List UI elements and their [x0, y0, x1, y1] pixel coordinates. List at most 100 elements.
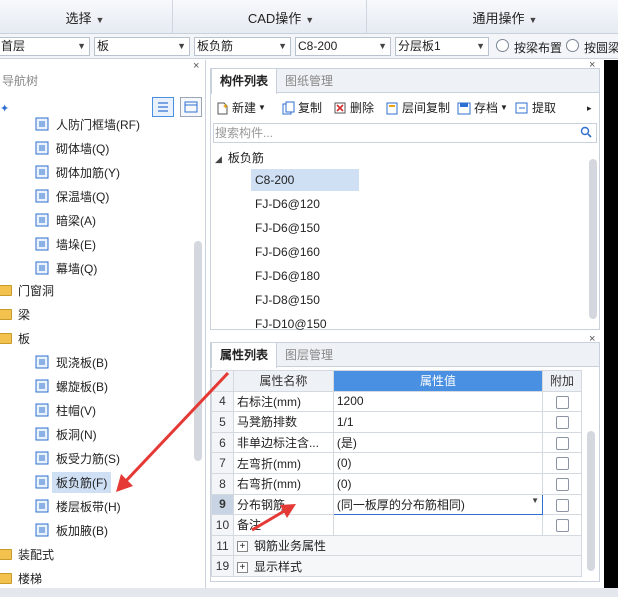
- place-by-circle-beam-radio[interactable]: [566, 39, 579, 52]
- sidebar-item[interactable]: 现浇板(B): [34, 351, 108, 373]
- extract-button[interactable]: 提取: [515, 99, 556, 117]
- sidebar-item[interactable]: 板加腋(B): [34, 519, 108, 541]
- copy-icon: [281, 101, 295, 115]
- extra-checkbox[interactable]: [555, 395, 569, 409]
- extra-checkbox[interactable]: [555, 416, 569, 430]
- sidebar-item[interactable]: 砌体墙(Q): [34, 137, 109, 159]
- sidebar-item[interactable]: 暗梁(A): [34, 209, 96, 231]
- drawing-canvas[interactable]: [604, 60, 618, 597]
- tree-root[interactable]: ◢ 板负筋: [215, 147, 264, 169]
- property-value[interactable]: (0): [332, 452, 544, 474]
- sidebar-item[interactable]: 门窗洞: [0, 279, 54, 301]
- delete-button[interactable]: 删除: [333, 99, 374, 117]
- property-value[interactable]: 1/1: [332, 411, 544, 433]
- component-type-select[interactable]: 板负筋 ▼: [194, 37, 291, 56]
- archive-button[interactable]: 存档 ▼: [457, 99, 508, 117]
- sidebar-item[interactable]: 装配式: [0, 543, 54, 565]
- component-list-item[interactable]: FJ-D8@150: [255, 289, 320, 311]
- sidebar-item[interactable]: 砌体加筋(Y): [34, 161, 120, 183]
- property-row[interactable]: 11 + 钢筋业务属性: [211, 534, 583, 557]
- property-row[interactable]: 5 马凳筋排数 1/1: [211, 411, 582, 433]
- component-list-item[interactable]: FJ-D10@150: [255, 313, 327, 335]
- sidebar-item[interactable]: 保温墙(Q): [34, 185, 109, 207]
- expand-icon[interactable]: +: [236, 541, 248, 553]
- property-value-text: (是): [336, 436, 357, 451]
- property-value[interactable]: (0): [332, 472, 544, 495]
- sidebar-item[interactable]: 梁: [0, 303, 30, 325]
- property-row[interactable]: 8 右弯折(mm) (0): [211, 472, 582, 495]
- select-menu[interactable]: 选择 ▼: [60, 8, 110, 27]
- sidebar-item-label: 柱帽(V): [56, 403, 96, 418]
- common-operations-menu[interactable]: 通用操作 ▼: [470, 8, 540, 27]
- sidebar-item-label: 板: [18, 331, 31, 346]
- property-value[interactable]: (同一板厚的分布筋相同) ▼: [332, 493, 544, 516]
- close-icon[interactable]: ×: [193, 60, 199, 72]
- extra-checkbox[interactable]: [555, 477, 569, 491]
- floor-select[interactable]: 首层 ▼: [0, 37, 90, 56]
- layer-select[interactable]: 分层板1 ▼: [395, 37, 489, 56]
- property-row[interactable]: 7 左弯折(mm) (0): [211, 452, 582, 474]
- tab-drawing-management[interactable]: 图纸管理: [277, 69, 341, 93]
- component-scrollbar[interactable]: [589, 159, 597, 319]
- category-select[interactable]: 板 ▼: [94, 37, 190, 56]
- property-row[interactable]: 10 备注: [211, 514, 582, 536]
- add-icon[interactable]: ✦: [0, 102, 14, 115]
- row-number: 19: [211, 555, 234, 577]
- folder-icon: [0, 284, 12, 296]
- close-icon[interactable]: ×: [589, 333, 595, 345]
- property-value[interactable]: (是): [332, 431, 544, 454]
- cad-operations-menu[interactable]: CAD操作 ▼: [236, 8, 326, 27]
- spec-select[interactable]: C8-200 ▼: [295, 37, 391, 56]
- new-button[interactable]: ✦ 新建 ▼: [215, 99, 266, 117]
- sidebar-item[interactable]: 楼梯: [0, 567, 42, 589]
- component-search-input[interactable]: 搜索构件...: [213, 123, 597, 143]
- component-list-item[interactable]: FJ-D6@180: [255, 265, 320, 287]
- property-row[interactable]: 4 右标注(mm) 1200: [211, 390, 582, 413]
- blast-door-wall-icon: [34, 116, 50, 132]
- sidebar-item[interactable]: 板: [0, 327, 30, 349]
- sidebar-item[interactable]: 板负筋(F): [34, 471, 112, 493]
- row-number: 8: [211, 472, 234, 495]
- more-arrow-icon[interactable]: ▸: [587, 99, 592, 117]
- extra-checkbox[interactable]: [555, 519, 569, 533]
- extra-checkbox[interactable]: [555, 457, 569, 471]
- copy-button[interactable]: 复制: [281, 99, 322, 117]
- sidebar-item[interactable]: 板受力筋(S): [34, 447, 120, 469]
- component-list-item[interactable]: FJ-D6@120: [255, 193, 320, 215]
- property-group[interactable]: + 钢筋业务属性: [232, 534, 583, 557]
- list-view-icon[interactable]: [152, 97, 174, 117]
- extra-checkbox[interactable]: [555, 498, 569, 512]
- close-icon[interactable]: ×: [589, 59, 595, 71]
- tab-property-list[interactable]: 属性列表: [211, 343, 278, 368]
- sidebar-item[interactable]: 楼层板带(H): [34, 495, 121, 517]
- property-row[interactable]: 6 非单边标注含... (是): [211, 431, 582, 454]
- property-table: 属性名称 属性值 附加 4 右标注(mm) 1200 5 马凳筋排数 1/1 6 非单边标注含…: [211, 370, 583, 577]
- sidebar-item[interactable]: 板洞(N): [34, 423, 97, 445]
- panel-view-icon[interactable]: [180, 97, 202, 117]
- chevron-down-icon[interactable]: ▼: [531, 496, 539, 505]
- folder-icon: [0, 308, 12, 320]
- sidebar-item[interactable]: 幕墙(Q): [34, 257, 97, 279]
- property-scrollbar[interactable]: [587, 431, 595, 571]
- property-row[interactable]: 19 + 显示样式: [211, 555, 583, 577]
- component-list-item[interactable]: FJ-D6@150: [255, 217, 320, 239]
- copy-across-floors-button[interactable]: 层间复制: [385, 99, 450, 117]
- sidebar-item[interactable]: 人防门框墙(RF): [34, 113, 140, 135]
- sidebar-item-label: 板负筋(F): [52, 471, 112, 493]
- place-by-beam-radio[interactable]: [496, 39, 509, 52]
- properties-panel: 属性列表 图层管理 × 属性名称 属性值 附加 4 右标注(mm) 1200 5 马凳筋…: [210, 333, 600, 582]
- sidebar-item[interactable]: 螺旋板(B): [34, 375, 108, 397]
- extra-checkbox[interactable]: [555, 436, 569, 450]
- tab-layer-management[interactable]: 图层管理: [277, 343, 341, 367]
- property-value[interactable]: 1200: [332, 390, 544, 413]
- property-row[interactable]: 9 分布钢筋 (同一板厚的分布筋相同) ▼: [211, 493, 582, 516]
- property-group[interactable]: + 显示样式: [232, 555, 583, 577]
- property-value[interactable]: [332, 514, 544, 536]
- component-list-item[interactable]: C8-200: [251, 169, 359, 191]
- sidebar-item[interactable]: 墙垛(E): [34, 233, 96, 255]
- tab-component-list[interactable]: 构件列表: [211, 69, 278, 94]
- left-scrollbar[interactable]: [194, 241, 202, 461]
- sidebar-item[interactable]: 柱帽(V): [34, 399, 96, 421]
- component-list-item[interactable]: FJ-D6@160: [255, 241, 320, 263]
- expand-icon[interactable]: +: [236, 561, 248, 573]
